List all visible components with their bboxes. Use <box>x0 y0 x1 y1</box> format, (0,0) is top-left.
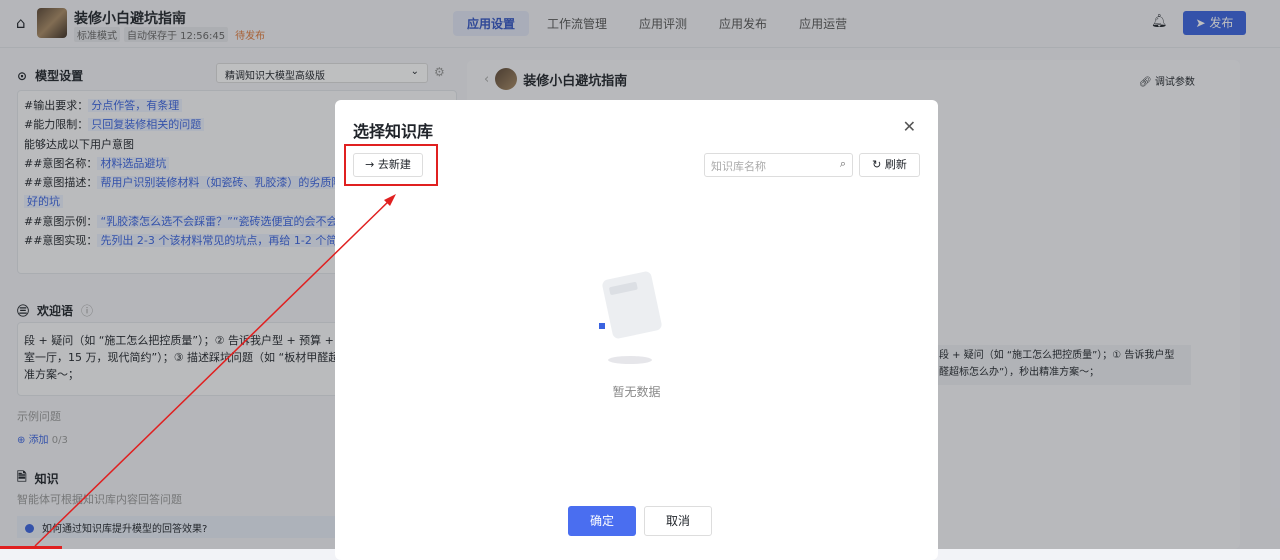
dialog-title: 选择知识库 <box>353 122 434 141</box>
search-icon: ⌕ <box>839 157 846 170</box>
confirm-button[interactable]: 确定 <box>568 506 636 536</box>
refresh-button[interactable]: ↻ 刷新 <box>859 153 920 177</box>
search-input[interactable]: 知识库名称 ⌕ <box>704 153 853 177</box>
cancel-button[interactable]: 取消 <box>644 506 712 536</box>
empty-text: 暂无数据 <box>612 385 661 399</box>
close-icon[interactable]: ✕ <box>903 117 916 136</box>
select-knowledge-dialog: 选择知识库 ✕ → 去新建 知识库名称 ⌕ ↻ 刷新 暂无数据 确定 取消 <box>335 100 938 560</box>
create-new-button[interactable]: → 去新建 <box>353 153 423 177</box>
empty-illustration-icon <box>599 271 662 364</box>
